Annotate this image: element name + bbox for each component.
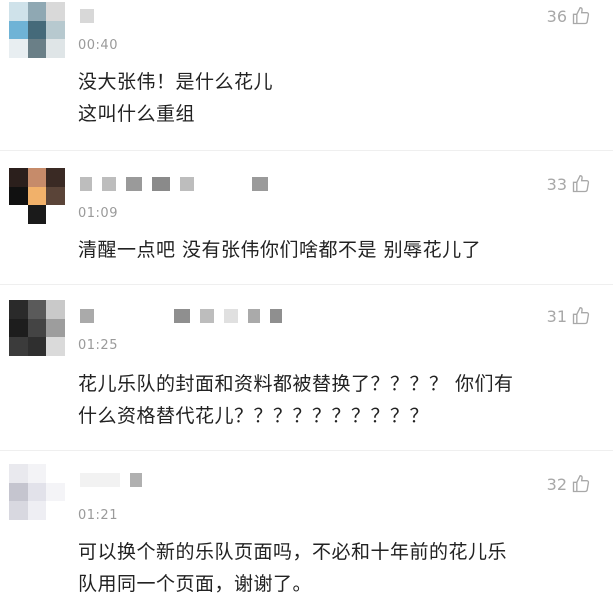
thumbs-up-icon xyxy=(572,174,590,193)
like-button[interactable]: 31 xyxy=(547,306,591,326)
divider xyxy=(0,150,613,151)
comment-text: 花儿乐队的封面和资料都被替换了？？？？ 你们有 什么资格替代花儿？？？？？？？？… xyxy=(78,368,514,432)
thumbs-up-icon xyxy=(572,474,590,493)
thumbs-up-icon xyxy=(572,306,590,325)
comment-text: 可以换个新的乐队页面吗，不必和十年前的花儿乐 队用同一个页面，谢谢了。 xyxy=(78,536,507,600)
divider xyxy=(0,450,613,451)
username-redacted[interactable] xyxy=(80,176,268,192)
like-button[interactable]: 33 xyxy=(547,174,591,194)
comment-item: 01:25 31 花儿乐队的封面和资料都被替换了？？？？ 你们有 什么资格替代花… xyxy=(0,300,613,450)
username-redacted[interactable] xyxy=(80,8,94,24)
avatar[interactable] xyxy=(9,168,65,224)
comment-line: 花儿乐队的封面和资料都被替换了？？？？ 你们有 xyxy=(78,373,514,395)
comment-text: 没大张伟！是什么花儿 这叫什么重组 xyxy=(78,66,273,130)
comment-line: 什么资格替代花儿？？？？？？？？？？ xyxy=(78,405,430,427)
comment-line: 这叫什么重组 xyxy=(78,103,196,125)
comment-time: 01:21 xyxy=(78,508,118,523)
comment-time: 00:40 xyxy=(78,38,118,53)
like-count: 31 xyxy=(546,306,567,326)
comment-line: 没大张伟！是什么花儿 xyxy=(78,71,274,93)
comment-item: 00:40 36 没大张伟！是什么花儿 这叫什么重组 xyxy=(0,0,613,150)
like-button[interactable]: 32 xyxy=(547,474,591,494)
avatar[interactable] xyxy=(9,300,65,356)
like-count: 36 xyxy=(546,6,567,26)
avatar[interactable] xyxy=(9,2,65,58)
comment-item: 01:09 33 清醒一点吧 没有张伟你们啥都不是 别辱花儿了 xyxy=(0,168,613,280)
divider xyxy=(0,284,613,285)
comment-text: 清醒一点吧 没有张伟你们啥都不是 别辱花儿了 xyxy=(78,234,481,266)
avatar[interactable] xyxy=(9,464,65,520)
thumbs-up-icon xyxy=(572,6,590,25)
comment-time: 01:09 xyxy=(78,206,118,221)
like-button[interactable]: 36 xyxy=(547,6,591,26)
username-redacted[interactable] xyxy=(80,308,282,324)
comment-time: 01:25 xyxy=(78,338,118,353)
comment-line: 队用同一个页面，谢谢了。 xyxy=(78,573,313,595)
like-count: 32 xyxy=(546,474,567,494)
comment-line: 清醒一点吧 没有张伟你们啥都不是 别辱花儿了 xyxy=(78,239,482,261)
comment-item: 01:21 32 可以换个新的乐队页面吗，不必和十年前的花儿乐 队用同一个页面，… xyxy=(0,464,613,610)
username-redacted[interactable] xyxy=(80,472,142,488)
comment-line: 可以换个新的乐队页面吗，不必和十年前的花儿乐 xyxy=(78,541,508,563)
like-count: 33 xyxy=(546,174,567,194)
